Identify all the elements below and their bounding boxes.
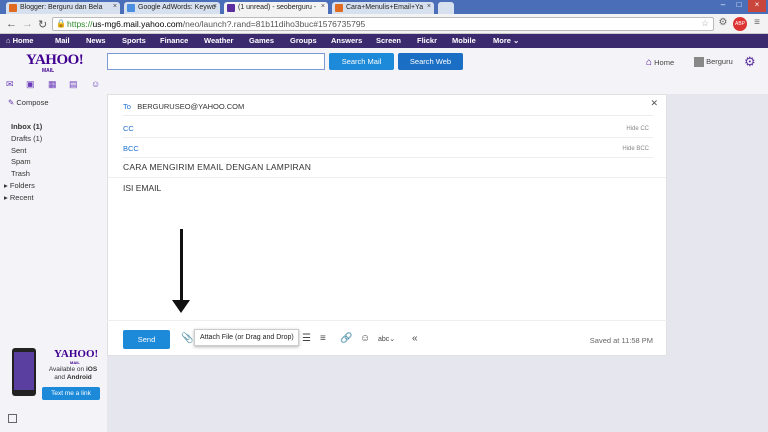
promo-text: Available on iOS and Android <box>48 366 98 381</box>
blogger-icon <box>9 4 17 12</box>
sidebar-item-spam[interactable]: Spam <box>11 157 31 166</box>
blogger-icon <box>335 4 343 12</box>
collapse-toolbar-icon[interactable]: « <box>412 333 418 344</box>
browser-tab-yahoo-mail[interactable]: (1 unread) - seoberguru - × <box>224 2 328 14</box>
star-icon[interactable]: ☆ <box>701 18 709 29</box>
notepad-icon[interactable]: ▤ <box>69 79 78 89</box>
mobile-app-promo: YAHOO! MAIL Available on iOS and Android… <box>10 348 100 408</box>
browser-tab-adwords[interactable]: Google AdWords: Keywo × <box>124 2 220 14</box>
send-button[interactable]: Send <box>123 330 170 349</box>
nav-mobile[interactable]: Mobile <box>452 36 476 45</box>
divider <box>108 177 666 178</box>
mail-icon[interactable]: ✉ <box>6 79 15 89</box>
close-tab-icon[interactable]: × <box>213 3 217 10</box>
menu-icon[interactable]: ≡ <box>750 17 764 31</box>
browser-tab-blogger-2[interactable]: Cara+Menulis+Email+Ya × <box>332 2 434 14</box>
sidebar-item-trash[interactable]: Trash <box>11 169 30 178</box>
reload-icon[interactable]: ↻ <box>38 18 47 31</box>
message-body[interactable]: ISI EMAIL <box>123 183 161 193</box>
nav-flickr[interactable]: Flickr <box>417 36 437 45</box>
yahoo-logo[interactable]: YAHOO! <box>26 52 84 69</box>
browser-tab-blogger[interactable]: Blogger: Berguru dan Bela × <box>6 2 120 14</box>
nav-groups[interactable]: Groups <box>290 36 317 45</box>
hide-cc-link[interactable]: Hide CC <box>626 126 649 132</box>
nav-sports[interactable]: Sports <box>122 36 146 45</box>
cc-field[interactable]: CC Hide CC <box>123 118 653 138</box>
lock-icon: 🔒 <box>56 19 66 28</box>
close-tab-icon[interactable]: × <box>321 3 325 10</box>
avatar <box>694 57 704 68</box>
hide-bcc-link[interactable]: Hide BCC <box>622 146 649 152</box>
close-tab-icon[interactable]: × <box>427 3 431 10</box>
promo-yahoo-logo: YAHOO! <box>54 348 99 360</box>
compose-button[interactable]: ✎ Compose <box>8 98 49 107</box>
subject-field[interactable]: CARA MENGIRIM EMAIL DENGAN LAMPIRAN <box>123 162 311 172</box>
nav-games[interactable]: Games <box>249 36 274 45</box>
address-bar: ← → ↻ 🔒 https://us-mg6.mail.yahoo.com/ne… <box>0 14 768 34</box>
to-field[interactable]: To BERGURUSEO@YAHOO.COM <box>123 96 653 116</box>
compose-panel: ✕ To BERGURUSEO@YAHOO.COM CC Hide CC BCC… <box>107 94 667 356</box>
attach-file-tooltip: Attach File (or Drag and Drop) <box>194 329 299 346</box>
align-icon[interactable]: ≡ <box>320 333 326 344</box>
nav-finance[interactable]: Finance <box>160 36 188 45</box>
sidebar-item-inbox[interactable]: Inbox (1) <box>11 122 42 131</box>
calendar-icon[interactable]: ▦ <box>48 79 57 89</box>
sidebar: ✎ Compose Inbox (1) Drafts (1) Sent Spam… <box>0 94 107 432</box>
settings-gear-icon[interactable]: ⚙ <box>716 17 730 31</box>
spellcheck-icon[interactable]: abc⌄ <box>378 335 395 343</box>
phone-image <box>12 348 36 396</box>
saved-status: Saved at 11:58 PM <box>589 336 653 345</box>
home-link[interactable]: ⌂ Home <box>646 57 674 68</box>
browser-tab-strip: Blogger: Berguru dan Bela × Google AdWor… <box>0 0 768 14</box>
annotation-arrow-head <box>172 300 190 313</box>
url-field[interactable]: 🔒 https://us-mg6.mail.yahoo.com/neo/laun… <box>52 17 714 31</box>
search-input[interactable] <box>107 53 325 70</box>
mail-header: YAHOO! MAIL Search Mail Search Web ⌂ Hom… <box>0 48 768 94</box>
compose-toolbar: Send 📎 ☰ ≡ 🔗 ☺ abc⌄ « Saved at 11:58 PM <box>107 320 667 356</box>
yahoo-mail-icon <box>227 4 235 12</box>
nav-answers[interactable]: Answers <box>331 36 362 45</box>
nav-mail[interactable]: Mail <box>55 36 70 45</box>
adwords-icon <box>127 4 135 12</box>
emoji-icon[interactable]: ☺ <box>360 333 370 344</box>
nav-screen[interactable]: Screen <box>376 36 401 45</box>
promo-logo-sub: MAIL <box>70 360 80 365</box>
new-tab-button[interactable] <box>438 2 454 14</box>
paperclip-icon[interactable]: 📎 <box>181 333 193 344</box>
nav-home[interactable]: ⌂ Home <box>6 36 33 45</box>
close-window-icon[interactable]: × <box>748 0 766 12</box>
nav-more[interactable]: More ⌄ <box>493 36 519 45</box>
settings-gear-icon[interactable]: ⚙ <box>744 54 756 70</box>
nav-weather[interactable]: Weather <box>204 36 233 45</box>
user-menu[interactable]: Berguru <box>694 57 733 68</box>
sidebar-item-drafts[interactable]: Drafts (1) <box>11 134 42 143</box>
sidebar-item-sent[interactable]: Sent <box>11 146 26 155</box>
back-icon[interactable]: ← <box>6 18 17 30</box>
adblock-icon[interactable]: ABP <box>733 17 747 31</box>
list-icon[interactable]: ☰ <box>302 333 311 344</box>
sidebar-item-recent[interactable]: ▸ Recent <box>4 193 34 202</box>
yahoo-logo-sub: MAIL <box>42 68 55 74</box>
home-icon: ⌂ <box>646 57 653 68</box>
minimize-icon[interactable]: – <box>716 0 730 12</box>
maximize-icon[interactable]: □ <box>732 0 746 12</box>
close-tab-icon[interactable]: × <box>113 3 117 10</box>
image-icon[interactable] <box>8 414 17 423</box>
contacts-icon[interactable]: ▣ <box>26 79 35 89</box>
text-me-link-button[interactable]: Text me a link <box>42 387 100 400</box>
yahoo-nav-bar: ⌂ Home Mail News Sports Finance Weather … <box>0 34 768 48</box>
messenger-icon[interactable]: ☺ <box>91 79 100 89</box>
nav-news[interactable]: News <box>86 36 106 45</box>
link-icon[interactable]: 🔗 <box>340 333 352 344</box>
to-recipient: BERGURUSEO@YAHOO.COM <box>137 102 245 111</box>
sidebar-item-folders[interactable]: ▸ Folders <box>4 181 35 190</box>
bcc-field[interactable]: BCC Hide BCC <box>123 138 653 158</box>
search-mail-button[interactable]: Search Mail <box>329 53 394 70</box>
search-web-button[interactable]: Search Web <box>398 53 463 70</box>
annotation-arrow <box>180 229 183 304</box>
pencil-icon: ✎ <box>8 98 15 107</box>
forward-icon[interactable]: → <box>22 18 33 30</box>
